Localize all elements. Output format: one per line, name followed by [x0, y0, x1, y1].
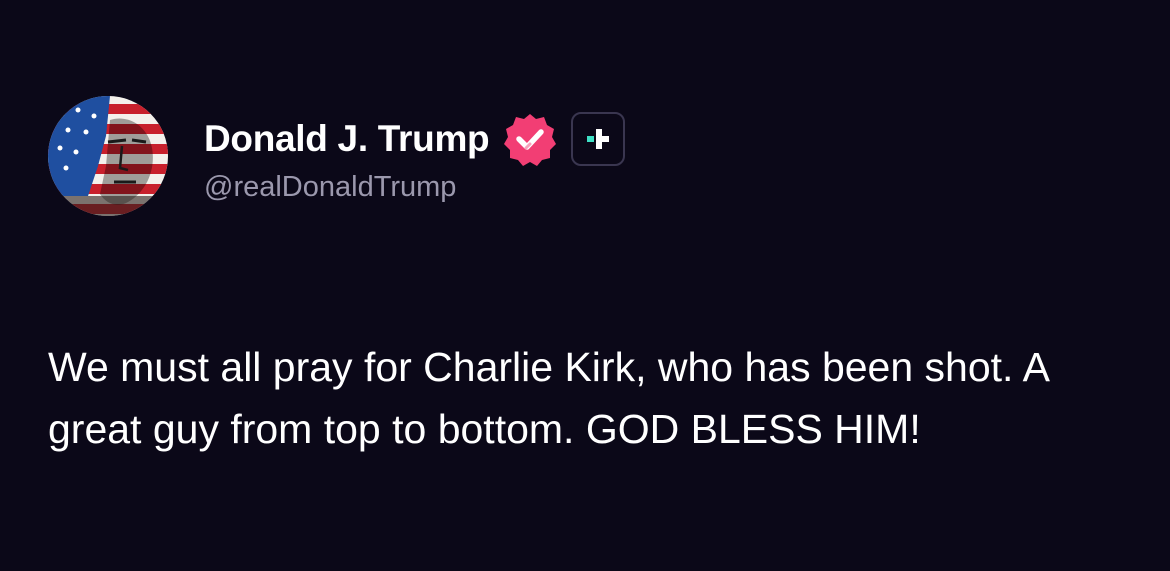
- verified-badge-icon: [503, 112, 557, 166]
- user-handle[interactable]: @realDonaldTrump: [204, 171, 625, 204]
- plus-badge-icon[interactable]: [571, 111, 626, 166]
- author-identity: Donald J. Trump @realDonaldTrump: [204, 109, 626, 204]
- post-header: Donald J. Trump @realDonaldTrump: [48, 96, 626, 216]
- display-name[interactable]: Donald J. Trump: [204, 118, 490, 160]
- avatar[interactable]: [48, 96, 168, 216]
- post-card: Donald J. Trump @realDonaldTrump We must…: [0, 0, 1170, 571]
- name-row: Donald J. Trump: [204, 109, 626, 169]
- flag-portrait-avatar-icon: [48, 96, 168, 216]
- post-text: We must all pray for Charlie Kirk, who h…: [48, 344, 1048, 452]
